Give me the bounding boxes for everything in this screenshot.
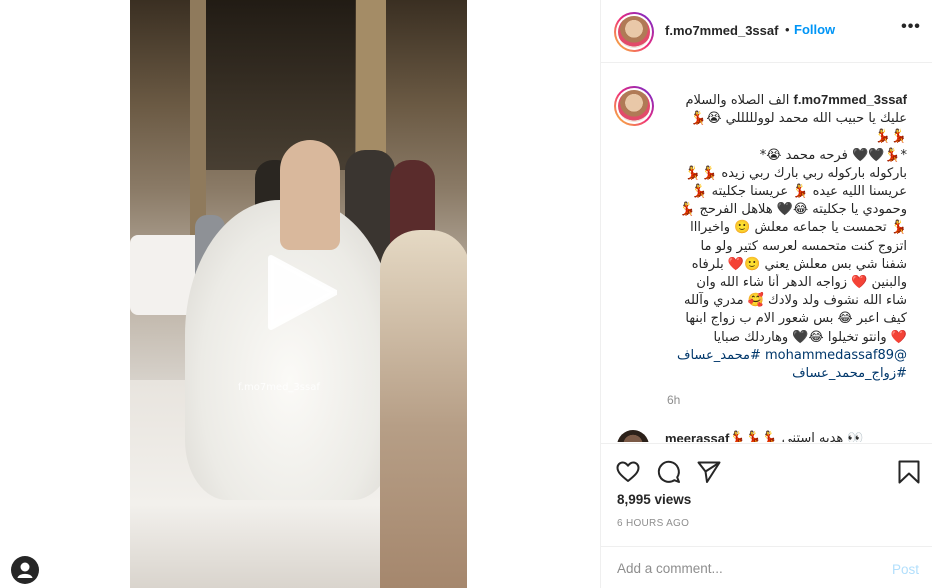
caption-line: شاء الله نشوف ولد ولادك 🥰 مدري وآلله (684, 293, 907, 309)
caption-line: شفنا شي بس معلش يعني 🙂❤️ بلرفاه (691, 256, 907, 272)
comment-icon[interactable] (656, 459, 682, 485)
commenter-avatar[interactable] (617, 430, 649, 442)
post-header: f.mo7mmed_3ssaf • Follow ••• (601, 0, 932, 63)
add-comment-row: Post (601, 546, 932, 588)
more-options-icon[interactable]: ••• (899, 19, 923, 40)
caption-line: عليك يا حبيب الله محمد لوولللللي 😭💃 (690, 111, 907, 127)
caption-line: f.mo7mmed_3ssaf الف الصلاه والسلام (665, 91, 907, 110)
bookmark-icon[interactable] (896, 459, 922, 485)
account-icon[interactable] (11, 556, 39, 584)
video-background-window (205, 0, 355, 170)
video-guest-foreground (380, 230, 467, 588)
caption-line: باركوله باركوله ربي بارك ربي زيده 💃💃 (684, 165, 907, 181)
share-icon[interactable] (696, 459, 722, 485)
caption-text: f.mo7mmed_3ssaf الف الصلاه والسلام عليك … (665, 91, 907, 383)
caption-hashtags[interactable]: #زواج_محمد_عساف (665, 365, 907, 383)
caption-line: 💃 تحمست يا جماعه معلش 🙂 واخيرااا (690, 220, 907, 236)
video-watermark: f.mo7med_3ssaf (238, 382, 320, 393)
video-bride (280, 140, 340, 250)
author-avatar[interactable] (614, 12, 654, 52)
caption-line: اتزوج كنت متحمسه لعرسه كتير ولو ما (700, 238, 907, 254)
post-time-ago[interactable]: 6 HOURS AGO (617, 518, 689, 529)
play-icon[interactable] (267, 255, 337, 330)
comment-item: meerassaf 💃💃💃 هديه استني 👀 (601, 430, 932, 442)
caption-line: *💃🖤🖤 فرحه محمد 😭* (759, 147, 907, 163)
video-frame-left (190, 0, 206, 240)
comment-text: 💃💃💃 هديه استني 👀 (729, 431, 864, 442)
caption-timestamp[interactable]: 6h (667, 393, 680, 407)
caption-avatar[interactable] (614, 86, 654, 126)
heart-icon[interactable] (615, 459, 641, 485)
caption-line: 💃💃 (874, 129, 907, 145)
caption-line: كيف اعبر 😂 بس شعور الام ب زواج ابنها (685, 311, 907, 327)
caption-line: عريسنا الليه عيده 💃 عريسنا جكليته 💃 (691, 184, 907, 200)
separator-dot: • (785, 22, 790, 37)
views-count[interactable]: 8,995 views (617, 492, 691, 507)
media-pane: f.mo7med_3ssaf (0, 0, 600, 588)
follow-button[interactable]: Follow (794, 22, 835, 37)
comment-input[interactable] (617, 561, 877, 576)
comments-list[interactable]: f.mo7mmed_3ssaf الف الصلاه والسلام عليك … (601, 64, 932, 442)
author-username[interactable]: f.mo7mmed_3ssaf (665, 23, 778, 38)
caption-username[interactable]: f.mo7mmed_3ssaf (794, 92, 907, 107)
commenter-username[interactable]: meerassaf (665, 431, 729, 442)
video-player[interactable]: f.mo7med_3ssaf (130, 0, 467, 588)
instagram-post-modal: f.mo7med_3ssaf f.mo7mmed_3ssaf • Follow … (0, 0, 932, 588)
caption-line: والبنين ❤️ زواجه الدهر أنا شاء الله وان (696, 275, 907, 291)
post-details-panel: f.mo7mmed_3ssaf • Follow ••• f.mo7mmed_3… (600, 0, 932, 588)
caption-line: ❤️ وانتو تخيلوا 😂🖤 وهاردلك صبايا (713, 329, 907, 345)
post-actions: 8,995 views 6 HOURS AGO Post (601, 443, 932, 588)
post-comment-button[interactable]: Post (892, 562, 919, 577)
caption-line: وحمودي يا جكليته 😂🖤 هلاهل الفرحج 💃 (679, 202, 907, 218)
caption-line-text: الف الصلاه والسلام (685, 93, 790, 108)
caption-hashtags[interactable]: @mohammedassaf89 #محمد_عساف (665, 347, 907, 365)
